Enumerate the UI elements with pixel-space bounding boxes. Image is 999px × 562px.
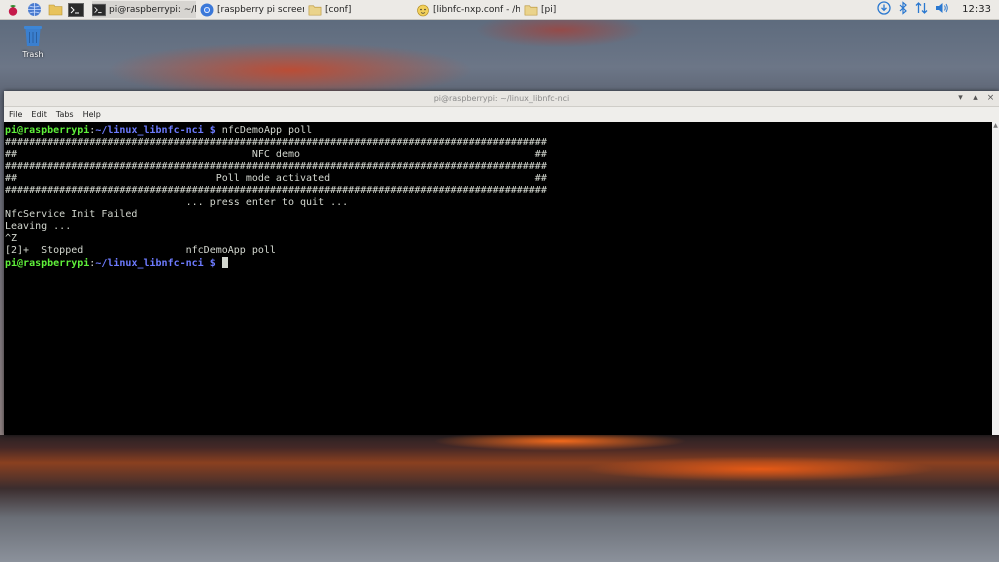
prompt-user: pi@raspberrypi — [5, 125, 90, 136]
task-terminal[interactable]: pi@raspberrypi: ~/lin... — [92, 1, 196, 18]
output-line: NfcService Init Failed — [5, 209, 138, 220]
prompt-line[interactable]: pi@raspberrypi:~/linux_libnfc-nci $ — [5, 257, 992, 270]
output-line: ## Poll mode activated ## — [5, 173, 547, 184]
window-controls: ▾ ▴ × — [956, 93, 995, 104]
close-button[interactable]: × — [986, 93, 995, 104]
window-titlebar[interactable]: pi@raspberrypi: ~/linux_libnfc-nci ▾ ▴ × — [4, 91, 999, 107]
terminal-output[interactable]: pi@raspberrypi:~/linux_libnfc-nci $ nfcD… — [4, 122, 992, 435]
task-label: pi@raspberrypi: ~/lin... — [109, 4, 196, 15]
task-text-editor[interactable]: [libnfc-nxp.conf - /ho... — [416, 1, 520, 18]
network-icon[interactable] — [915, 1, 928, 18]
download-icon[interactable] — [877, 1, 891, 18]
wallpaper-water — [0, 435, 999, 562]
terminal-scrollbar[interactable]: ▲ — [992, 122, 999, 435]
menubar: File Edit Tabs Help — [4, 107, 999, 123]
output-line: ... press enter to quit ... — [5, 197, 349, 208]
output-line: ########################################… — [5, 161, 547, 172]
terminal-window: pi@raspberrypi: ~/linux_libnfc-nci ▾ ▴ ×… — [4, 91, 999, 435]
maximize-button[interactable]: ▴ — [971, 93, 980, 104]
output-line: ########################################… — [5, 185, 547, 196]
volume-icon[interactable] — [935, 1, 949, 18]
prompt-path: ~/linux_libnfc-nci — [95, 125, 204, 136]
output-line: [2]+ Stopped nfcDemoApp poll — [5, 245, 276, 256]
task-pi-folder[interactable]: [pi] — [524, 1, 628, 18]
trash-label: Trash — [22, 50, 44, 59]
minimize-button[interactable]: ▾ — [956, 93, 965, 104]
file-manager-icon[interactable] — [47, 2, 63, 18]
menu-file[interactable]: File — [9, 110, 22, 119]
trash-icon — [24, 26, 42, 46]
text-editor-icon — [417, 4, 429, 16]
task-chromium[interactable]: [raspberry pi screen c... — [200, 1, 304, 18]
menu-edit[interactable]: Edit — [31, 110, 47, 119]
prompt-symbol: $ — [209, 125, 216, 136]
command-text: nfcDemoApp poll — [221, 125, 313, 136]
scroll-up-arrow-icon[interactable]: ▲ — [992, 122, 999, 130]
prompt-user: pi@raspberrypi — [5, 258, 90, 269]
task-label: [conf] — [325, 4, 352, 15]
output-line: ## NFC demo ## — [5, 149, 547, 160]
window-title: pi@raspberrypi: ~/linux_libnfc-nci — [433, 94, 570, 103]
raspberry-menu-icon[interactable] — [5, 2, 21, 18]
taskbar: pi@raspberrypi: ~/lin... [raspberry pi s… — [0, 0, 999, 20]
bluetooth-icon[interactable] — [898, 1, 908, 18]
system-tray: 12:33 — [877, 1, 999, 18]
chromium-icon — [200, 3, 214, 16]
task-label: [pi] — [541, 4, 557, 15]
clock[interactable]: 12:33 — [962, 4, 991, 15]
trash-desktop-icon[interactable]: Trash — [13, 23, 53, 59]
prompt-symbol: $ — [209, 258, 216, 269]
menu-help[interactable]: Help — [83, 110, 101, 119]
prompt-line: pi@raspberrypi:~/linux_libnfc-nci $ nfcD… — [5, 125, 313, 136]
terminal-icon — [92, 3, 106, 16]
web-browser-icon[interactable] — [26, 2, 42, 18]
output-line: ########################################… — [5, 137, 547, 148]
task-label: [raspberry pi screen c... — [217, 4, 304, 15]
output-line: ^Z — [5, 233, 18, 244]
menu-tabs[interactable]: Tabs — [56, 110, 74, 119]
terminal-launcher-icon[interactable] — [68, 2, 84, 18]
folder-icon — [308, 5, 322, 15]
output-line: Leaving ... — [5, 221, 72, 232]
folder-icon — [524, 5, 538, 15]
task-label: [libnfc-nxp.conf - /ho... — [433, 4, 520, 15]
task-conf-folder[interactable]: [conf] — [308, 1, 412, 18]
text-cursor — [221, 257, 228, 268]
prompt-path: ~/linux_libnfc-nci — [95, 258, 204, 269]
